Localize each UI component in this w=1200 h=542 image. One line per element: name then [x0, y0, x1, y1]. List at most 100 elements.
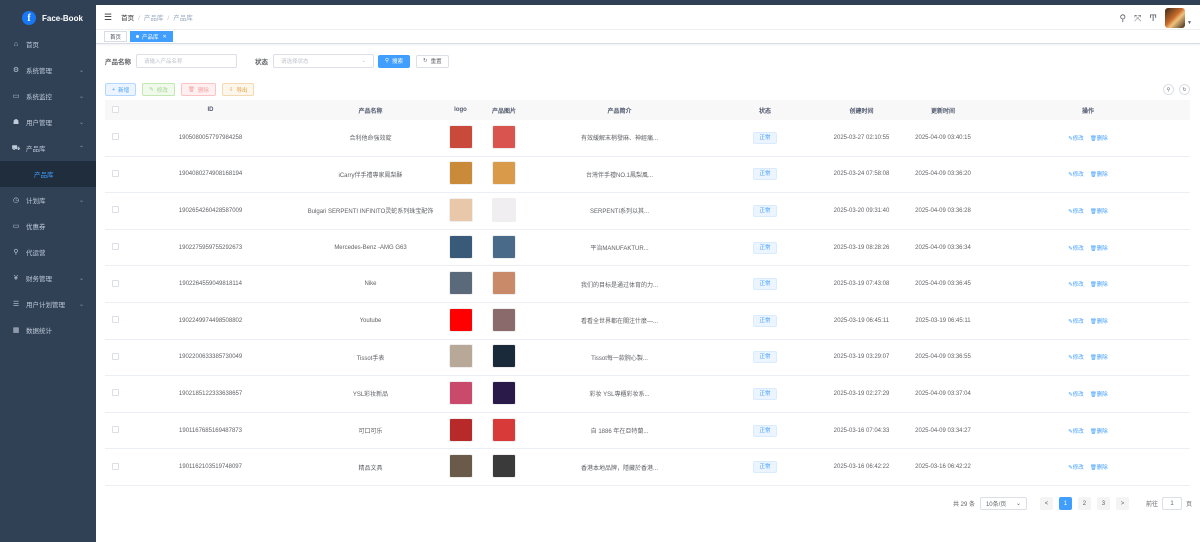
page-2-button[interactable]: 2: [1077, 497, 1091, 510]
row-delete-button[interactable]: 🗑删除: [1090, 429, 1108, 435]
row-delete-button[interactable]: 🗑删除: [1090, 246, 1108, 252]
reset-button[interactable]: ↻ 重置: [416, 54, 449, 68]
hamburger-icon[interactable]: ☰: [104, 12, 112, 23]
row-checkbox[interactable]: [111, 169, 119, 177]
row-edit-button[interactable]: ✎修改: [1068, 392, 1084, 398]
close-icon[interactable]: ✕: [163, 34, 167, 40]
search-button[interactable]: ⚲ 搜索: [378, 54, 411, 68]
prev-page-button[interactable]: <: [1039, 497, 1053, 510]
table-row[interactable]: 1904080274908168194 iCarry伴手禮專家鳳梨酥 台灣伴手禮NO…: [105, 157, 1190, 194]
row-delete-button[interactable]: 🗑删除: [1090, 465, 1108, 471]
sidebar-item-4[interactable]: ☗ 用户管理 ⌄: [0, 109, 96, 135]
sidebar-item-5[interactable]: ⛟ 产品库 ⌃: [0, 135, 96, 161]
logo-image[interactable]: [448, 380, 473, 405]
product-image[interactable]: [492, 161, 516, 186]
row-edit-button[interactable]: ✎修改: [1068, 136, 1084, 142]
row-checkbox[interactable]: [111, 389, 119, 397]
product-image[interactable]: [492, 234, 516, 259]
row-delete-button[interactable]: 🗑删除: [1090, 172, 1108, 178]
logo-image[interactable]: [448, 234, 473, 259]
font-size-icon[interactable]: Ͳ: [1149, 13, 1157, 24]
sidebar-item-1[interactable]: ⌂ 首页: [0, 31, 96, 57]
table-row[interactable]: 1902249974498508802 Youtube 看看全世界都在關注什麼—..…: [105, 303, 1190, 340]
row-edit-button[interactable]: ✎修改: [1068, 282, 1084, 288]
status-select[interactable]: 请选择状态 ⌄: [273, 54, 374, 68]
product-name-input[interactable]: 请输入产品名称: [136, 54, 237, 68]
row-edit-button[interactable]: ✎修改: [1068, 246, 1084, 252]
edit-button[interactable]: ✎ 修改: [142, 83, 175, 96]
row-delete-button[interactable]: 🗑删除: [1090, 392, 1108, 398]
table-row[interactable]: 1901167685169487873 可口可乐 自 1886 年在亞特蘭... 正常…: [105, 413, 1190, 450]
tag-active[interactable]: 产品库 ✕: [130, 31, 173, 42]
logo-image[interactable]: [448, 307, 473, 332]
product-image[interactable]: [492, 307, 516, 332]
app-logo[interactable]: f Face-Book: [0, 5, 96, 31]
row-edit-button[interactable]: ✎修改: [1068, 355, 1084, 361]
refresh-table-icon[interactable]: ↻: [1179, 84, 1190, 95]
sidebar-item-7[interactable]: ◷ 计划库 ⌄: [0, 187, 96, 213]
page-3-button[interactable]: 3: [1096, 497, 1110, 510]
sidebar-item-11[interactable]: ☰ 用户计划管理 ⌄: [0, 291, 96, 317]
select-all-checkbox[interactable]: [111, 105, 119, 113]
row-edit-button[interactable]: ✎修改: [1068, 429, 1084, 435]
sidebar-item-12[interactable]: ▦ 数据统计: [0, 317, 96, 343]
row-edit-button[interactable]: ✎修改: [1068, 172, 1084, 178]
product-image[interactable]: [492, 344, 516, 369]
sidebar-subitem-product-library[interactable]: 产品库: [0, 161, 96, 187]
row-checkbox[interactable]: [111, 316, 119, 324]
product-image[interactable]: [492, 197, 516, 222]
search-icon[interactable]: ⚲: [1119, 13, 1126, 24]
page-1-button[interactable]: 1: [1058, 497, 1072, 510]
row-edit-button[interactable]: ✎修改: [1068, 465, 1084, 471]
logo-image[interactable]: [448, 271, 473, 296]
row-edit-button[interactable]: ✎修改: [1068, 209, 1084, 215]
row-delete-button[interactable]: 🗑删除: [1090, 319, 1108, 325]
page-size-select[interactable]: 10条/页 ⌄: [979, 497, 1027, 510]
export-button[interactable]: ⇩ 导出: [221, 83, 255, 96]
row-checkbox[interactable]: [111, 206, 119, 214]
logo-image[interactable]: [448, 344, 473, 369]
row-checkbox[interactable]: [111, 352, 119, 360]
logo-image[interactable]: [448, 417, 473, 442]
table-row[interactable]: 1905080057797984258 合利他命強效錠 有效緩解末梢發麻、神經痛..…: [105, 120, 1190, 157]
product-image[interactable]: [492, 380, 516, 405]
product-image[interactable]: [492, 454, 516, 479]
table-row[interactable]: 1902185122333638657 YSL彩妆新品 彩妆 YSL專櫃彩妆系...…: [105, 376, 1190, 413]
row-checkbox[interactable]: [111, 279, 119, 287]
row-delete-button[interactable]: 🗑删除: [1090, 136, 1108, 142]
add-button[interactable]: + 新增: [105, 83, 137, 96]
logo-image[interactable]: [448, 454, 473, 479]
table-row[interactable]: 1901162103519748097 精品文具 香港本地品牌，隱藏於香港... 正常…: [105, 449, 1190, 486]
product-image[interactable]: [492, 124, 516, 149]
table-row[interactable]: 1902654260428587009 Bulgari SERPENTI INFI…: [105, 193, 1190, 230]
logo-image[interactable]: [448, 197, 473, 222]
sidebar-item-9[interactable]: ⚲ 代运营: [0, 239, 96, 265]
table-row[interactable]: 1902275959755292673 Mercedes-Benz -AMG G6…: [105, 230, 1190, 267]
sidebar-item-3[interactable]: ▭ 系统监控 ⌄: [0, 83, 96, 109]
row-edit-button[interactable]: ✎修改: [1068, 319, 1084, 325]
table-row[interactable]: 1902264559049818114 Nike 我们的目标是通过体育的力... 正常…: [105, 266, 1190, 303]
row-checkbox[interactable]: [111, 462, 119, 470]
logo-image[interactable]: [448, 124, 473, 149]
product-image[interactable]: [492, 271, 516, 296]
row-checkbox[interactable]: [111, 426, 119, 434]
row-delete-button[interactable]: 🗑删除: [1090, 355, 1108, 361]
tag-home[interactable]: 首页: [104, 31, 128, 42]
delete-button[interactable]: 🗑 删除: [180, 83, 216, 96]
row-delete-button[interactable]: 🗑删除: [1090, 209, 1108, 215]
sidebar-item-8[interactable]: ▭ 优惠券: [0, 213, 96, 239]
toggle-search-icon[interactable]: ⚲: [1163, 84, 1174, 95]
row-delete-button[interactable]: 🗑删除: [1090, 282, 1108, 288]
goto-input[interactable]: 1: [1161, 497, 1182, 510]
breadcrumb-home[interactable]: 首页: [121, 15, 134, 22]
avatar[interactable]: [1165, 8, 1186, 28]
table-row[interactable]: 1902200633385730049 Tissot手表 Tissot每一款腕心製.…: [105, 340, 1190, 377]
sidebar-item-10[interactable]: ¥ 财务管理 ⌄: [0, 265, 96, 291]
caret-down-icon[interactable]: ▼: [1187, 20, 1192, 26]
row-checkbox[interactable]: [111, 133, 119, 141]
product-image[interactable]: [492, 417, 516, 442]
sidebar-item-2[interactable]: ⚙ 系统管理 ⌄: [0, 57, 96, 83]
next-page-button[interactable]: >: [1115, 497, 1129, 510]
row-checkbox[interactable]: [111, 243, 119, 251]
fullscreen-icon[interactable]: ⤧: [1134, 13, 1141, 24]
